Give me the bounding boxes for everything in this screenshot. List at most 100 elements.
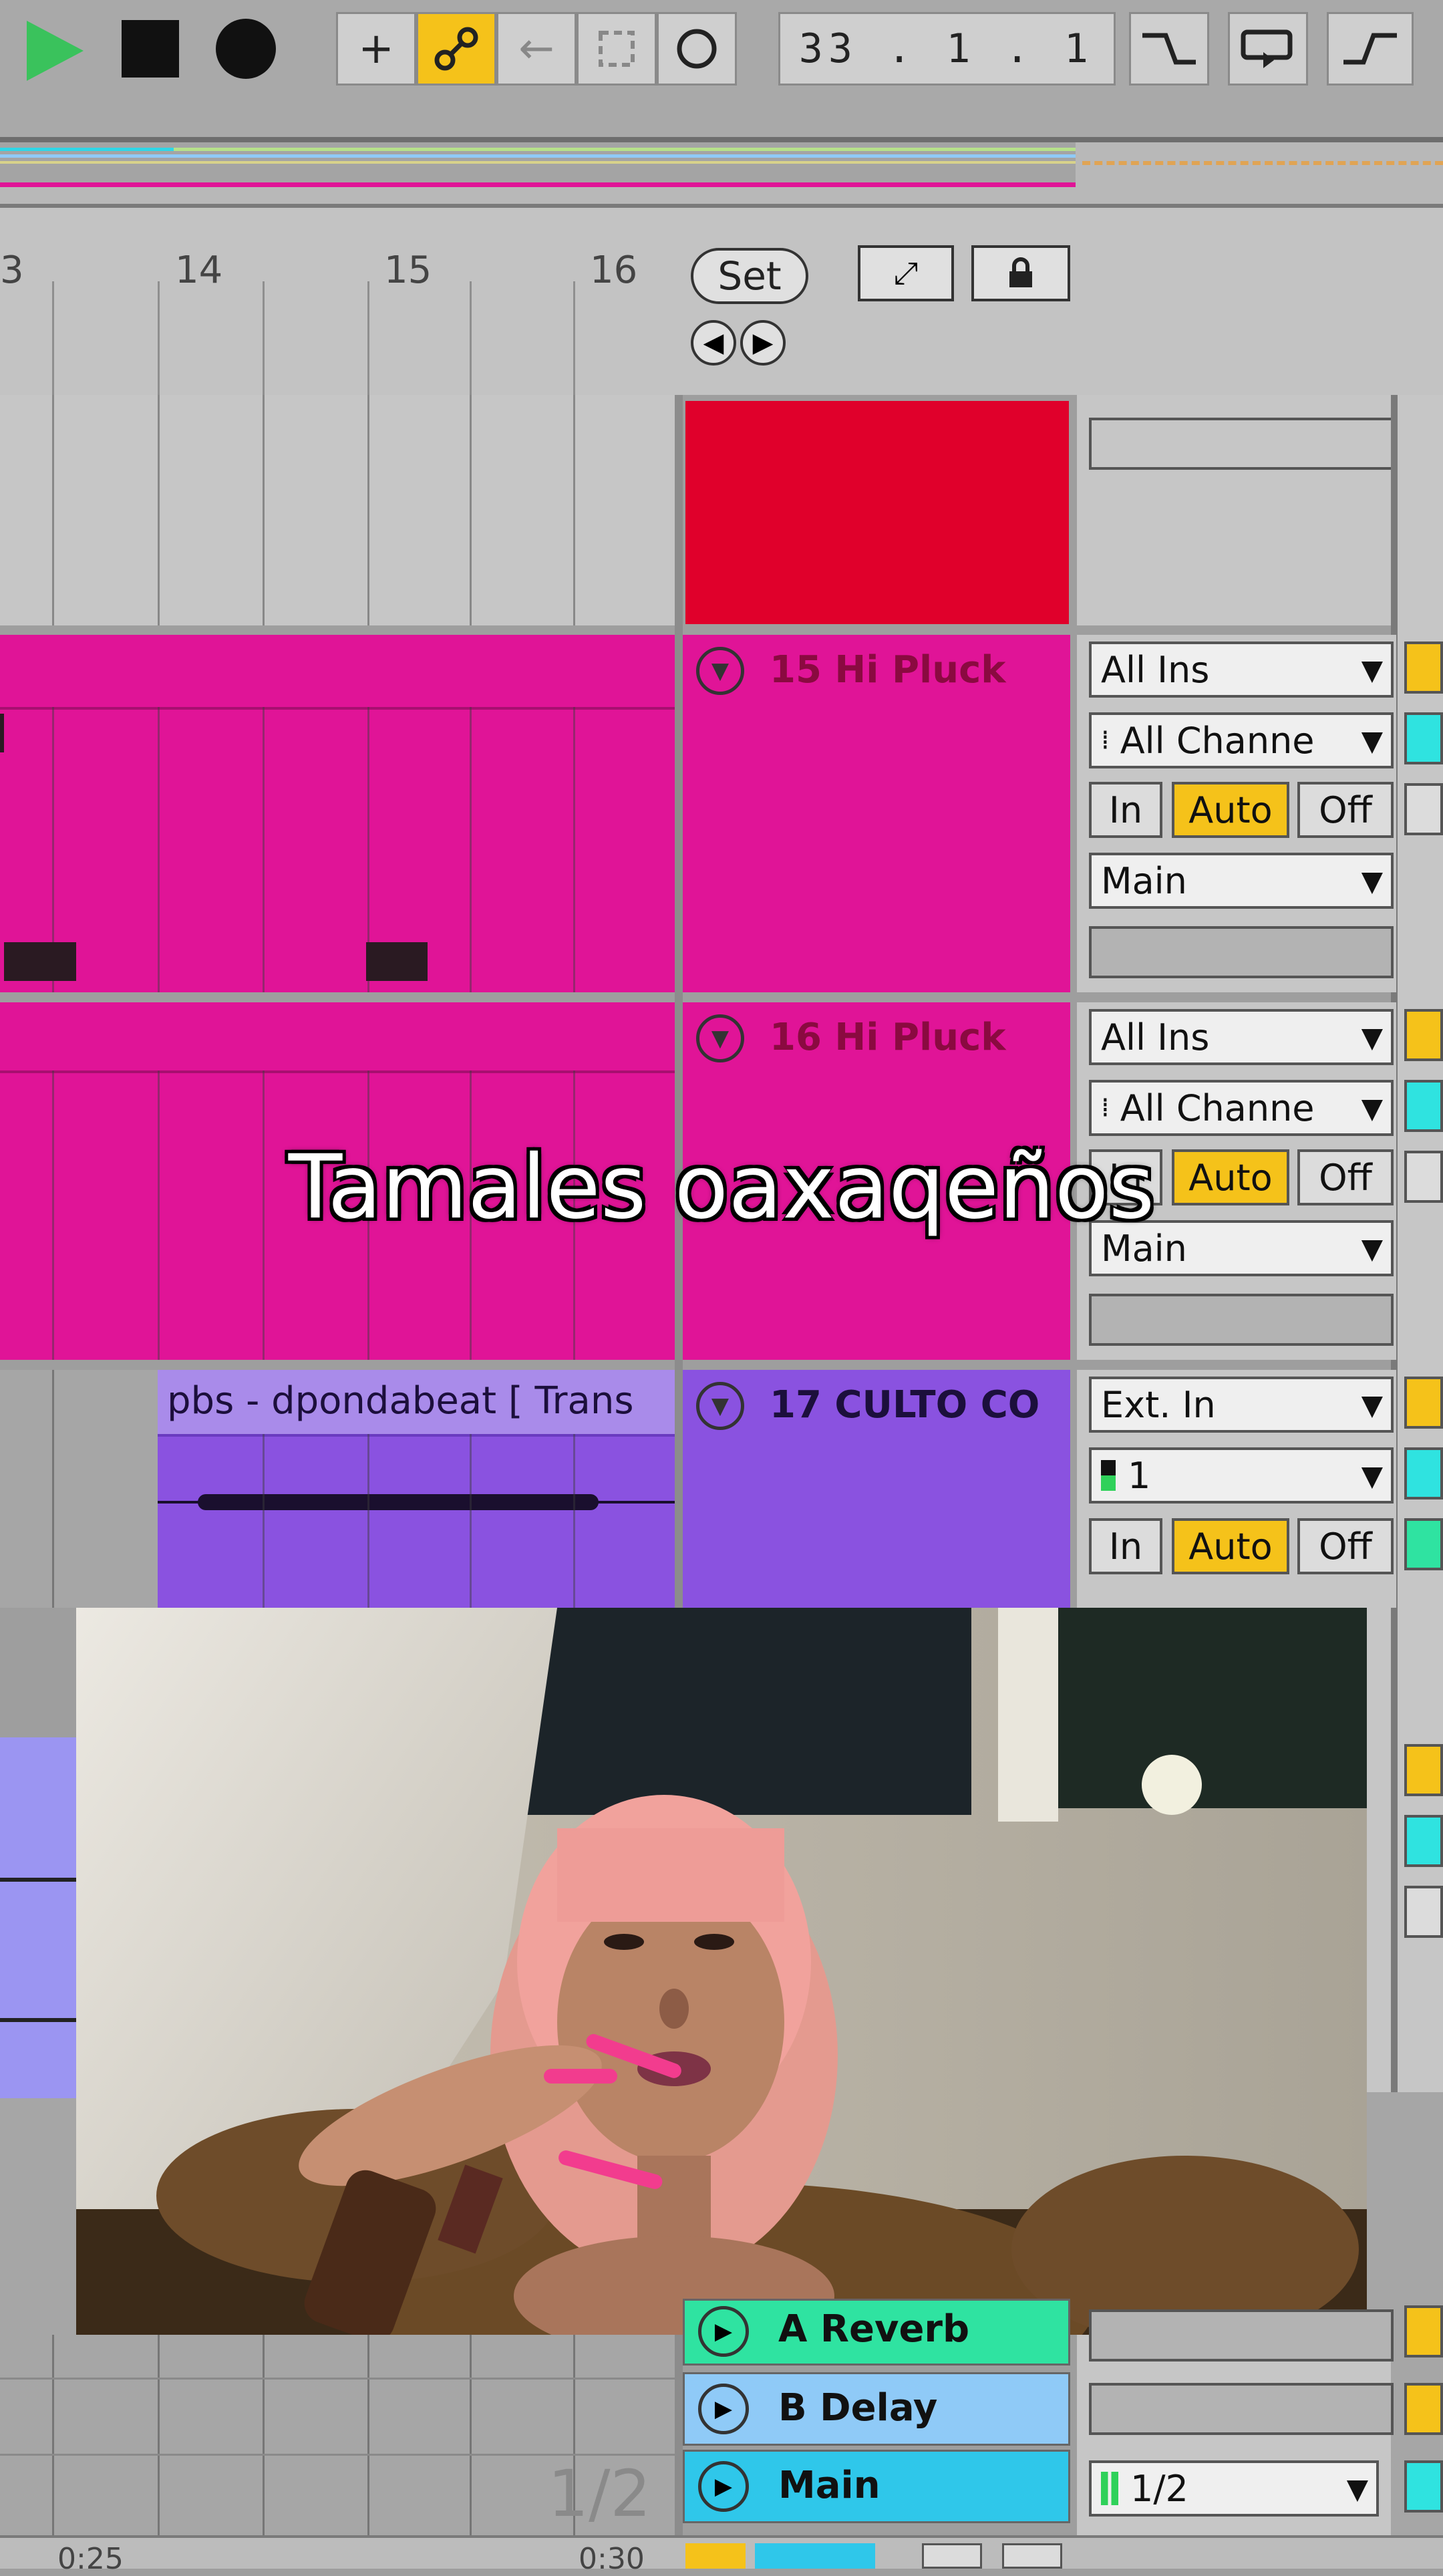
channel-icon [1101,2472,1118,2505]
output-select[interactable]: Main ▼ [1089,853,1394,909]
add-button[interactable]: + [336,12,416,86]
webcam-video [76,1608,1367,2335]
track-solo[interactable] [1404,1447,1443,1499]
track-arm[interactable] [1404,1518,1443,1570]
return-track-a[interactable]: ▶ A Reverb [683,2299,1070,2366]
input-channel-select[interactable]: 1 ▼ [1089,1447,1394,1504]
bar-ruler[interactable] [0,208,675,395]
audio-clip[interactable]: pbs - dpondabeat [ Trans [158,1370,675,1608]
stop-icon[interactable] [122,20,179,78]
ruler-tick [158,281,160,395]
bottom-button[interactable] [1002,2543,1062,2569]
video-frame [76,1608,1367,2335]
monitor-in-button[interactable]: In [1089,782,1162,838]
punch-in-icon[interactable] [1129,12,1209,86]
bottom-button[interactable] [755,2543,875,2569]
main-track[interactable]: ▶ Main [683,2450,1070,2523]
play-main-icon[interactable]: ▶ [698,2461,749,2512]
return-activator[interactable] [1404,2305,1443,2357]
input-type-select[interactable]: All Ins ▼ [1089,641,1394,698]
empty-track-lane[interactable] [0,395,675,625]
set-locator-button[interactable]: Set [691,248,808,304]
ruler-tick [470,281,472,395]
ruler-tick [52,281,54,395]
channel-icon: ⁞ [1101,1093,1110,1123]
main-output-select[interactable]: 1/2 ▼ [1089,2460,1379,2517]
fold-icon[interactable]: ▼ [696,1014,744,1062]
record-icon[interactable] [216,19,276,79]
input-type-select[interactable]: Ext. In ▼ [1089,1377,1394,1433]
track-solo[interactable] [1404,1080,1443,1132]
track-activator[interactable] [1404,1009,1443,1061]
play-return-icon[interactable]: ▶ [698,2384,749,2434]
track-activator[interactable] [1404,641,1443,694]
track-name: 16 Hi Pluck [770,1016,1006,1059]
back-arrow-icon[interactable]: ← [496,12,577,86]
track-activator[interactable] [1404,1377,1443,1429]
input-channel-select[interactable]: ⁞ All Channe ▼ [1089,712,1394,768]
red-track-header[interactable] [685,401,1069,624]
fold-icon[interactable]: ▼ [696,1382,744,1430]
empty-slot[interactable] [1089,2309,1394,2362]
return-name: B Delay [778,2386,938,2430]
midi-note[interactable] [0,714,4,752]
track-activator[interactable] [1404,1744,1443,1796]
empty-slot[interactable] [1089,926,1394,978]
track-solo[interactable] [1404,1815,1443,1867]
input-type-select[interactable]: All Ins ▼ [1089,1009,1394,1065]
capture-icon[interactable] [577,12,657,86]
arrangement-position[interactable]: 33 . 1 . 1 [778,12,1116,86]
automation-arm-icon[interactable] [416,12,496,86]
monitor-off-button[interactable]: Off [1297,1518,1394,1574]
return-track-b[interactable]: ▶ B Delay [683,2372,1070,2446]
time-ruler[interactable]: 0:25 0:30 [0,2535,1443,2576]
return-name: A Reverb [778,2307,970,2351]
loop-switch-icon[interactable] [1228,12,1308,86]
track-name: 15 Hi Pluck [770,648,1006,692]
track-solo[interactable] [1404,712,1443,764]
prev-locator-icon[interactable]: ◀ [691,320,736,366]
next-locator-icon[interactable]: ▶ [740,320,786,366]
overview-clip-line [174,148,1076,151]
bar-number: 3 [0,249,24,292]
bar-number: 14 [175,249,223,292]
monitor-auto-button[interactable]: Auto [1172,1518,1289,1574]
track-header-15[interactable]: ▼ 15 Hi Pluck [683,635,1070,992]
play-return-icon[interactable]: ▶ [698,2306,749,2357]
track-arm[interactable] [1404,1886,1443,1938]
ruler-tick [367,281,369,395]
time-label: 0:25 [57,2542,124,2576]
empty-slot[interactable] [1089,1294,1394,1346]
loop-circle-icon[interactable] [657,12,737,86]
time-label: 0:30 [579,2542,645,2576]
ruler-tick [573,281,575,395]
track-lane-15[interactable] [0,635,675,992]
monitor-in-button[interactable]: In [1089,1518,1162,1574]
lock-icon[interactable] [971,245,1070,301]
track-io-15: All Ins ▼ ⁞ All Channe ▼ In Auto Off Main ▼ [1077,635,1396,992]
expand-icon[interactable]: ⤢ [858,245,954,301]
bar-number: 16 [590,249,638,292]
midi-note[interactable] [366,942,428,981]
ruler-tick [263,281,265,395]
main-activator[interactable] [1404,2460,1443,2513]
empty-slot[interactable] [1089,418,1394,470]
fold-icon[interactable]: ▼ [696,647,744,695]
bottom-button[interactable] [685,2543,746,2569]
play-icon[interactable] [20,17,87,84]
midi-note[interactable] [4,942,76,981]
monitor-off-button[interactable]: Off [1297,782,1394,838]
track-header-17[interactable]: ▼ 17 CULTO CO [683,1370,1070,1608]
input-channel-select[interactable]: ⁞ All Channe ▼ [1089,1080,1394,1136]
empty-slot[interactable] [1089,2383,1394,2435]
track-arm[interactable] [1404,783,1443,835]
bottom-button[interactable] [922,2543,982,2569]
audio-clip-lower[interactable] [0,1737,76,2098]
return-activator[interactable] [1404,2383,1443,2435]
transport-bar: + ← 33 . 1 . 1 [0,0,1443,142]
meter-icon [1101,1460,1116,1491]
arrangement-overview[interactable] [0,142,1443,208]
bar-number: 15 [384,249,432,292]
monitor-auto-button[interactable]: Auto [1172,782,1289,838]
punch-out-icon[interactable] [1327,12,1414,86]
